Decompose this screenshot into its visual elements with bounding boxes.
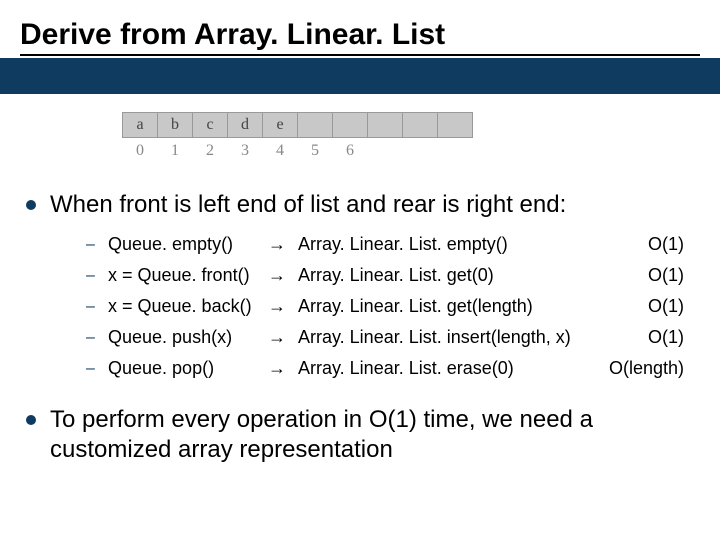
op-array-call: Array. Linear. List. get(0): [298, 265, 604, 286]
op-array-call: Array. Linear. List. empty(): [298, 234, 604, 255]
arrow-icon: →: [268, 234, 298, 255]
op-queue-call: Queue. push(x): [108, 327, 268, 348]
array-index: 5: [297, 142, 333, 160]
op-array-call: Array. Linear. List. get(length): [298, 296, 604, 317]
op-queue-call: x = Queue. back(): [108, 296, 268, 317]
array-index-row: 0 1 2 3 4 5 6: [122, 142, 720, 160]
dash-icon: –: [86, 329, 96, 347]
array-cell: e: [262, 112, 298, 138]
op-complexity: O(1): [604, 296, 694, 317]
list-item: – Queue. pop() → Array. Linear. List. er…: [86, 358, 694, 379]
op-complexity: O(1): [604, 327, 694, 348]
dash-icon: –: [86, 360, 96, 378]
bullet-text: When front is left end of list and rear …: [50, 190, 566, 220]
op-array-call: Array. Linear. List. insert(length, x): [298, 327, 604, 348]
bullet-dot-icon: [26, 415, 36, 425]
dash-icon: –: [86, 267, 96, 285]
array-index: 2: [192, 142, 228, 160]
operations-list: – Queue. empty() → Array. Linear. List. …: [86, 234, 694, 379]
op-array-call: Array. Linear. List. erase(0): [298, 358, 604, 379]
array-cell: [402, 112, 438, 138]
array-index: 0: [122, 142, 158, 160]
list-item: – x = Queue. front() → Array. Linear. Li…: [86, 265, 694, 286]
array-cell: a: [122, 112, 158, 138]
array-cell: b: [157, 112, 193, 138]
array-index: 1: [157, 142, 193, 160]
op-complexity: O(1): [604, 234, 694, 255]
array-index: 4: [262, 142, 298, 160]
array-index: [437, 142, 473, 160]
slide-title: Derive from Array. Linear. List: [20, 18, 700, 56]
bullet-item: When front is left end of list and rear …: [26, 190, 694, 220]
dash-icon: –: [86, 298, 96, 316]
array-cell: [332, 112, 368, 138]
list-item: – Queue. push(x) → Array. Linear. List. …: [86, 327, 694, 348]
array-cell: d: [227, 112, 263, 138]
op-complexity: O(length): [604, 358, 694, 379]
op-complexity: O(1): [604, 265, 694, 286]
array-cell: [297, 112, 333, 138]
arrow-icon: →: [268, 358, 298, 379]
list-item: – x = Queue. back() → Array. Linear. Lis…: [86, 296, 694, 317]
arrow-icon: →: [268, 265, 298, 286]
bullet-dot-icon: [26, 200, 36, 210]
arrow-icon: →: [268, 327, 298, 348]
bullet-text: To perform every operation in O(1) time,…: [50, 405, 694, 465]
array-index: 3: [227, 142, 263, 160]
array-diagram: a b c d e 0 1 2 3 4 5 6: [122, 112, 720, 160]
array-cell: [437, 112, 473, 138]
array-index: [367, 142, 403, 160]
array-cell: c: [192, 112, 228, 138]
title-accent-bar: [0, 58, 720, 94]
op-queue-call: Queue. pop(): [108, 358, 268, 379]
bullet-item: To perform every operation in O(1) time,…: [26, 405, 694, 465]
array-cell: [367, 112, 403, 138]
array-index: [402, 142, 438, 160]
array-cells-row: a b c d e: [122, 112, 720, 138]
arrow-icon: →: [268, 296, 298, 317]
op-queue-call: x = Queue. front(): [108, 265, 268, 286]
dash-icon: –: [86, 236, 96, 254]
op-queue-call: Queue. empty(): [108, 234, 268, 255]
array-index: 6: [332, 142, 368, 160]
list-item: – Queue. empty() → Array. Linear. List. …: [86, 234, 694, 255]
